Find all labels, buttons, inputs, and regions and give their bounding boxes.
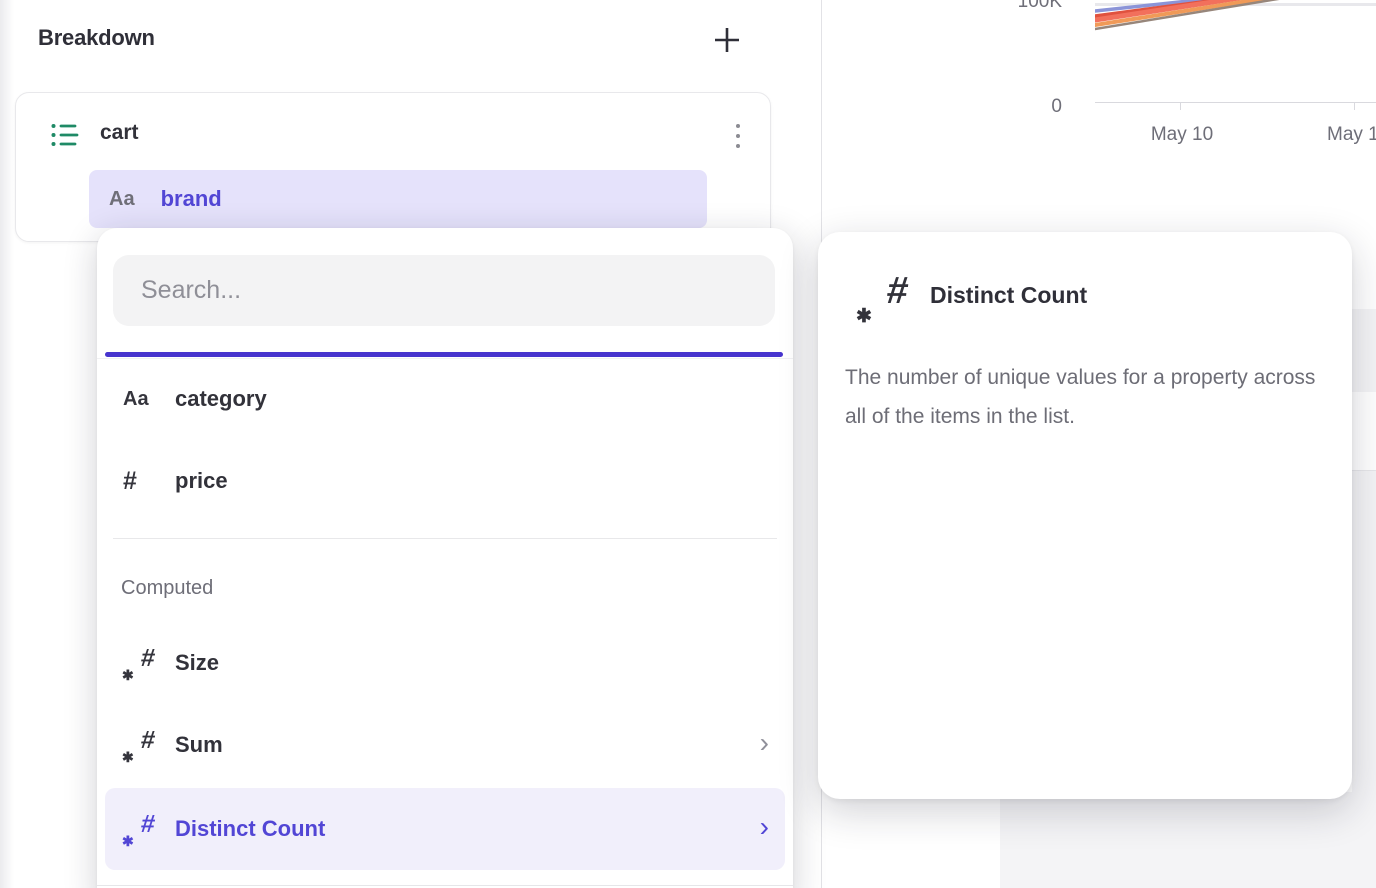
chevron-right-icon: › (760, 729, 769, 761)
kebab-menu-icon[interactable] (729, 120, 747, 152)
computed-number-icon: #✱ (123, 647, 157, 679)
x-axis-label-may1: May 1 (1327, 124, 1376, 146)
search-input[interactable] (113, 255, 775, 326)
dropdown-divider (97, 358, 793, 359)
dropdown-item-price[interactable]: # price (105, 456, 785, 506)
section-divider (113, 538, 777, 539)
list-property-icon (50, 121, 80, 149)
property-dropdown: Aa category # price Computed #✱ Size #✱ … (97, 228, 793, 888)
table-row-fragment (1352, 309, 1376, 392)
search-box[interactable] (113, 255, 775, 326)
x-axis-tick (1180, 102, 1181, 110)
table-header-fragment (1000, 792, 1376, 888)
group-name: cart (100, 121, 139, 145)
tooltip-description: The number of unique values for a proper… (845, 358, 1323, 436)
add-breakdown-button[interactable] (708, 21, 746, 59)
text-type-icon: Aa (123, 388, 149, 411)
dropdown-item-label: price (175, 468, 228, 494)
dropdown-item-label: Sum (175, 732, 223, 758)
dropdown-item-label: Size (175, 650, 219, 676)
section-divider (97, 885, 793, 886)
dropdown-item-category[interactable]: Aa category (105, 376, 785, 422)
breakdown-group-card: cart Aa brand (15, 92, 771, 242)
dropdown-item-label: Distinct Count (175, 816, 325, 842)
x-axis-label-may10: May 10 (1132, 124, 1232, 146)
tooltip-title: Distinct Count (930, 282, 1087, 309)
distinct-count-tooltip: #✱ Distinct Count The number of unique v… (818, 232, 1352, 799)
computed-section-label: Computed (121, 577, 213, 600)
computed-number-icon: #✱ (123, 729, 157, 761)
number-type-icon: # (123, 467, 137, 496)
text-type-icon: Aa (109, 188, 135, 211)
active-tab-indicator (105, 352, 783, 357)
y-axis-label-0: 0 (1010, 97, 1062, 117)
chevron-right-icon: › (760, 813, 769, 845)
x-axis-line (1095, 102, 1376, 103)
property-chip-label: brand (161, 186, 222, 212)
y-axis-label-100k: 100K (990, 0, 1062, 12)
app-viewport: 100K 0 May 10 May 1 Breakdown cart Aa br… (0, 0, 1376, 888)
computed-number-icon: #✱ (856, 274, 912, 326)
group-header-row: cart (16, 119, 770, 151)
dropdown-item-distinct-count[interactable]: #✱ Distinct Count › (105, 788, 785, 870)
x-axis-tick (1354, 102, 1355, 110)
dropdown-item-label: category (175, 386, 267, 412)
chart-line-series (1095, 0, 1376, 42)
page-left-gradient (0, 0, 14, 888)
property-chip-brand[interactable]: Aa brand (89, 170, 707, 228)
dropdown-item-size[interactable]: #✱ Size (105, 638, 785, 688)
dropdown-item-sum[interactable]: #✱ Sum › (105, 720, 785, 770)
plus-icon (712, 25, 742, 55)
computed-number-icon: #✱ (123, 813, 157, 845)
breakdown-title: Breakdown (38, 25, 155, 51)
